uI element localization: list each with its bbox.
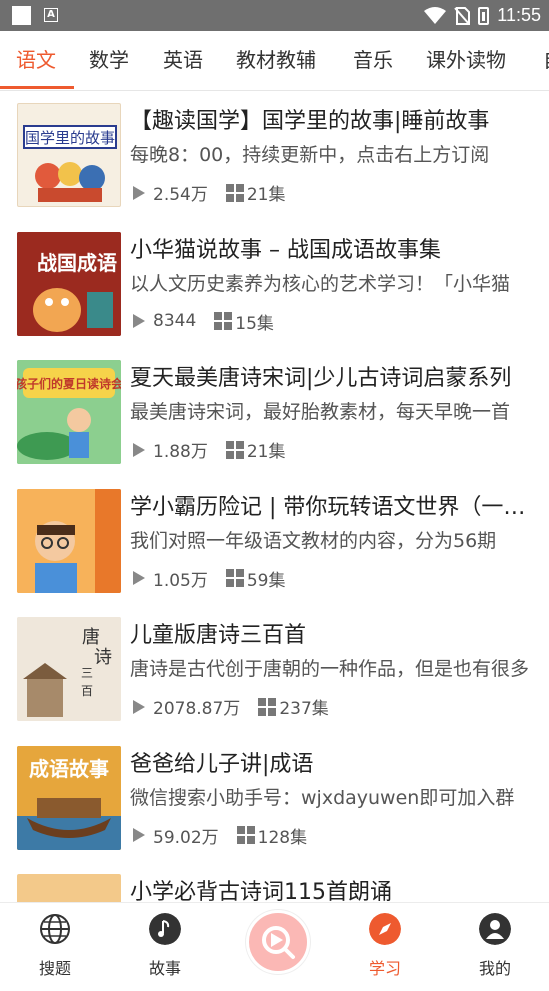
- tab-more[interactable]: 自: [543, 31, 549, 90]
- list-item[interactable]: 唐 诗 三 百 儿童版唐诗三百首 唐诗是古代创于唐朝的一种作品，但是也有很多 2…: [0, 605, 549, 734]
- album-meta: 2.54万 21集: [133, 180, 286, 205]
- play-count-icon: [133, 442, 145, 457]
- play-count-icon: [133, 314, 145, 328]
- svg-text:国学里的故事: 国学里的故事: [25, 129, 115, 147]
- nav-study[interactable]: 学习: [345, 903, 425, 978]
- album-cover: 成语故事: [17, 745, 121, 850]
- tab-active-indicator: [0, 86, 74, 89]
- album-title: 儿童版唐诗三百首: [130, 623, 307, 648]
- tab-chinese[interactable]: 语文: [16, 31, 56, 90]
- battery-icon: [478, 6, 490, 25]
- nav-label: 故事: [148, 959, 181, 978]
- wifi-icon: [424, 6, 447, 24]
- episodes-icon: [225, 569, 244, 587]
- play-count-icon: [133, 571, 145, 585]
- album-description: 每晚8：00，持续更新中，点击右上方订阅: [130, 144, 490, 166]
- album-title: 学小霸历险记 | 带你玩转语文世界（一年级）: [130, 494, 530, 520]
- episode-count: 15集: [235, 313, 274, 334]
- album-cover: [17, 488, 121, 593]
- album-description: 以人文历史素养为核心的艺术学习！「小华猫: [130, 272, 511, 295]
- no-sim-icon: [454, 6, 471, 25]
- compass-icon: [369, 913, 401, 945]
- nav-search-questions[interactable]: 搜题: [15, 903, 95, 978]
- nav-label: 学习: [368, 959, 401, 978]
- nav-mine[interactable]: 我的: [455, 903, 535, 978]
- album-description: 最美唐诗宋词，最好胎教素材，每天早晚一首: [130, 401, 511, 423]
- album-cover: 孩子们的夏日读诗会: [17, 360, 121, 464]
- episodes-icon: [225, 440, 244, 459]
- album-title: 【趣读国学】国学里的故事|睡前故事: [130, 109, 490, 134]
- album-title: 小华猫说故事 – 战国成语故事集: [130, 237, 441, 263]
- globe-icon: [40, 914, 70, 944]
- album-description: 我们对照一年级语文教材的内容，分为56期: [130, 529, 497, 552]
- center-search-button[interactable]: [246, 910, 310, 974]
- list-item[interactable]: 战国成语 小华猫说故事 – 战国成语故事集 以人文历史素养为核心的艺术学习！「小…: [0, 220, 549, 349]
- play-count: 2.54万: [153, 185, 208, 205]
- album-meta: 1.05万 59集: [133, 566, 286, 591]
- episodes-icon: [258, 697, 277, 716]
- episodes-icon: [225, 183, 244, 202]
- episodes-icon: [214, 312, 233, 330]
- album-meta: 8344 15集: [133, 309, 274, 334]
- svg-text:战国成语: 战国成语: [37, 251, 117, 275]
- tab-music[interactable]: 音乐: [353, 31, 393, 90]
- play-count: 59.02万: [153, 827, 219, 848]
- music-note-icon: [149, 913, 181, 945]
- album-cover: 国学里的故事: [17, 103, 121, 207]
- play-count-icon: [133, 185, 145, 200]
- tab-extracurricular[interactable]: 课外读物: [426, 31, 506, 90]
- notification-square-icon: [12, 6, 31, 25]
- clock: 11:55: [497, 5, 541, 25]
- category-tabs: 语文 数学 英语 教材教辅 音乐 课外读物 自: [0, 31, 549, 91]
- tab-math[interactable]: 数学: [89, 31, 129, 90]
- album-description: 唐诗是古代创于唐朝的一种作品，但是也有很多: [130, 658, 530, 680]
- play-count: 1.05万: [153, 570, 208, 591]
- album-list: 国学里的故事 【趣读国学】国学里的故事|睡前故事 每晚8：00，持续更新中，点击…: [0, 91, 549, 991]
- play-count: 8344: [153, 311, 197, 331]
- nav-label: 我的: [478, 959, 511, 978]
- album-description: 微信搜索小助手号：wjxdayuwen即可加入群: [130, 786, 515, 809]
- svg-text:孩子们的夏日读诗会: 孩子们的夏日读诗会: [17, 376, 121, 391]
- user-icon: [479, 913, 511, 945]
- search-center-icon: [262, 926, 295, 959]
- list-item[interactable]: 成语故事 爸爸给儿子讲|成语 微信搜索小助手号：wjxdayuwen即可加入群 …: [0, 734, 549, 863]
- episodes-icon: [236, 826, 255, 844]
- nav-label: 搜题: [38, 959, 71, 978]
- album-title: 夏天最美唐诗宋词|少儿古诗词启蒙系列: [130, 366, 512, 391]
- episode-count: 21集: [246, 185, 286, 205]
- a-app-icon: A: [44, 8, 58, 22]
- play-count-icon: [133, 828, 145, 842]
- status-bar: A 11:55: [0, 0, 549, 31]
- svg-text:成语故事: 成语故事: [29, 757, 109, 781]
- episode-count: 21集: [246, 442, 286, 462]
- play-count: 1.88万: [153, 442, 208, 462]
- play-count-icon: [133, 699, 145, 714]
- tab-english[interactable]: 英语: [163, 31, 203, 90]
- list-item[interactable]: 学小霸历险记 | 带你玩转语文世界（一年级） 我们对照一年级语文教材的内容，分为…: [0, 477, 549, 606]
- play-count: 2078.87万: [153, 699, 241, 719]
- svg-text:唐: 唐: [82, 627, 100, 648]
- episode-count: 237集: [279, 699, 329, 719]
- list-item[interactable]: 国学里的故事 【趣读国学】国学里的故事|睡前故事 每晚8：00，持续更新中，点击…: [0, 91, 549, 220]
- album-meta: 1.88万 21集: [133, 437, 286, 462]
- svg-text:百: 百: [81, 684, 93, 698]
- episode-count: 128集: [257, 827, 308, 848]
- tab-textbook[interactable]: 教材教辅: [236, 31, 316, 90]
- list-item[interactable]: 孩子们的夏日读诗会 夏天最美唐诗宋词|少儿古诗词启蒙系列 最美唐诗宋词，最好胎教…: [0, 348, 549, 477]
- svg-text:诗: 诗: [94, 647, 112, 668]
- album-cover: 唐 诗 三 百: [17, 617, 121, 721]
- svg-text:三: 三: [81, 666, 93, 680]
- episode-count: 59集: [246, 570, 286, 591]
- album-meta: 59.02万 128集: [133, 823, 307, 848]
- album-meta: 2078.87万 237集: [133, 694, 329, 719]
- album-cover: 战国成语: [17, 231, 121, 336]
- album-title: 爸爸给儿子讲|成语: [130, 751, 314, 777]
- nav-stories[interactable]: 故事: [125, 903, 205, 978]
